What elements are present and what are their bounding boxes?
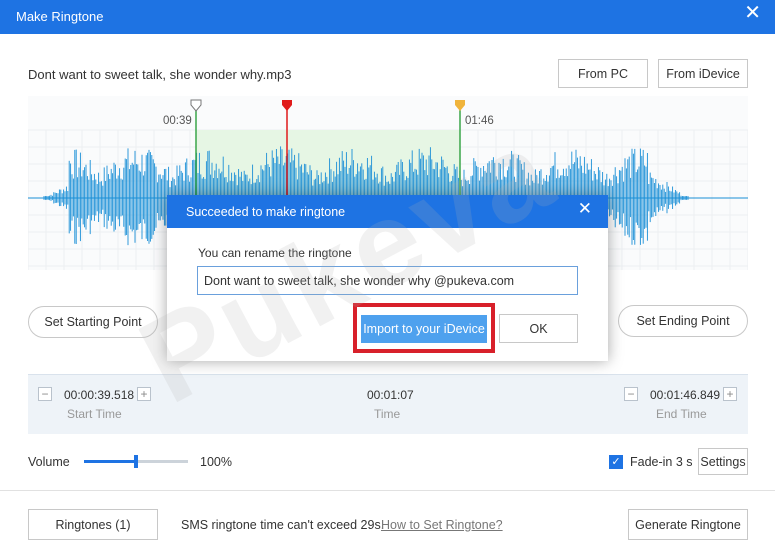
fade-in-checkbox[interactable]: ✓ — [609, 455, 623, 469]
set-ending-point-button[interactable]: Set Ending Point — [618, 305, 748, 337]
end-time-value: 00:01:46.849 — [650, 388, 721, 402]
ringtone-name-input[interactable] — [197, 266, 578, 295]
end-time-decrease-button[interactable]: − — [624, 387, 638, 401]
title-bar: Make Ringtone ✕ — [0, 0, 775, 34]
footer-divider — [0, 490, 775, 491]
rename-prompt: You can rename the ringtone — [198, 246, 352, 260]
start-time-label: Start Time — [67, 407, 122, 421]
time-panel: − 00:00:39.518 + Start Time 00:01:07 Tim… — [28, 374, 748, 434]
from-pc-button[interactable]: From PC — [558, 59, 648, 88]
sms-note: SMS ringtone time can't exceed 29s. — [181, 518, 385, 532]
import-to-idevice-button[interactable]: Import to your iDevice — [361, 315, 487, 343]
set-starting-point-button[interactable]: Set Starting Point — [28, 306, 158, 338]
start-marker-time: 00:39 — [163, 115, 192, 127]
ringtones-button[interactable]: Ringtones (1) — [28, 509, 158, 540]
how-to-set-ringtone-link[interactable]: How to Set Ringtone? — [381, 518, 503, 532]
from-idevice-button[interactable]: From iDevice — [658, 59, 748, 88]
success-dialog: Succeeded to make ringtone ✕ You can ren… — [167, 195, 608, 361]
end-time-label: End Time — [656, 407, 707, 421]
volume-slider-fill — [84, 460, 136, 463]
file-name: Dont want to sweet talk, she wonder why.… — [28, 67, 292, 82]
duration-label: Time — [374, 407, 401, 421]
start-time-decrease-button[interactable]: − — [38, 387, 52, 401]
volume-label: Volume — [28, 455, 70, 469]
start-time-value: 00:00:39.518 — [64, 388, 135, 402]
close-icon[interactable]: ✕ — [744, 3, 761, 23]
volume-slider-thumb[interactable] — [134, 455, 138, 468]
dialog-close-icon[interactable]: ✕ — [578, 199, 592, 219]
settings-button[interactable]: Settings — [698, 448, 748, 475]
dialog-title: Succeeded to make ringtone — [186, 205, 346, 219]
volume-value: 100% — [200, 455, 232, 469]
window-title: Make Ringtone — [16, 9, 104, 24]
generate-ringtone-button[interactable]: Generate Ringtone — [628, 509, 748, 540]
end-time-increase-button[interactable]: + — [723, 387, 737, 401]
fade-in-label: Fade-in 3 s — [630, 455, 693, 469]
end-marker-time: 01:46 — [465, 115, 494, 127]
dialog-header: Succeeded to make ringtone ✕ — [167, 195, 608, 228]
duration-value: 00:01:07 — [367, 388, 414, 402]
ok-button[interactable]: OK — [499, 314, 578, 343]
start-time-increase-button[interactable]: + — [137, 387, 151, 401]
volume-slider[interactable] — [84, 455, 188, 468]
